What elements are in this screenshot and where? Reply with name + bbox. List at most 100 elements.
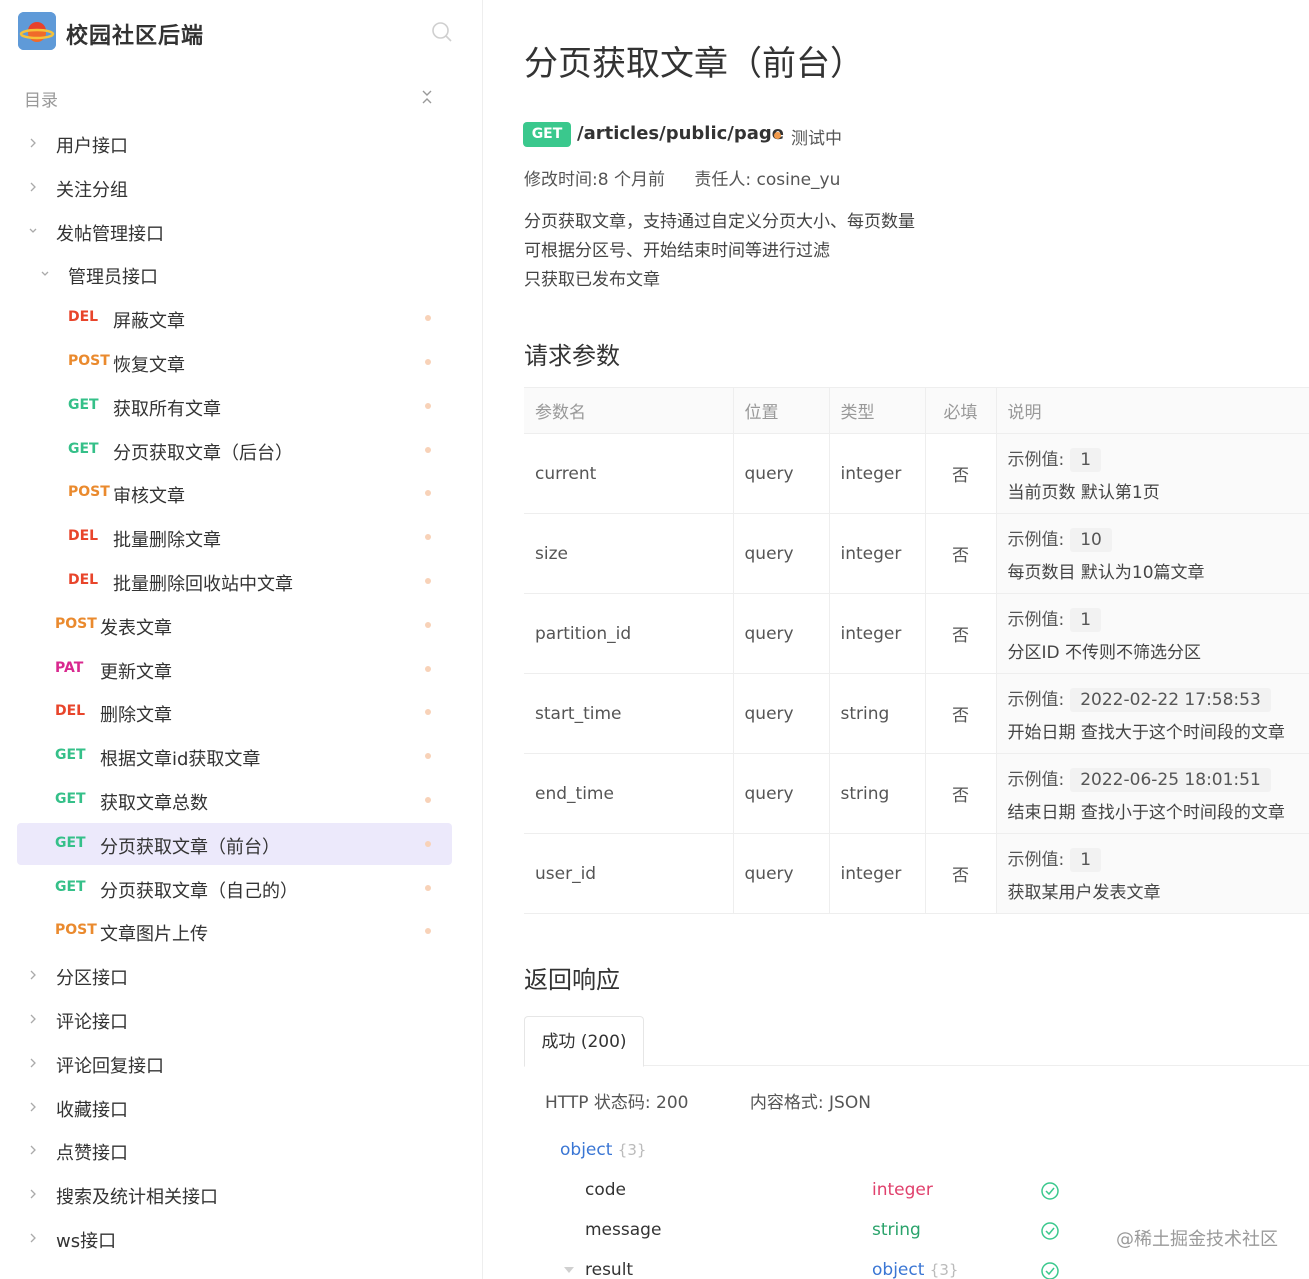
param-type: integer — [828, 433, 926, 514]
status-dot-icon — [425, 490, 431, 497]
required-check-icon — [1040, 1181, 1060, 1201]
modified-time: 修改时间:8 个月前 — [524, 170, 665, 190]
description-line: 分页获取文章，支持通过自定义分页大小、每页数量 — [524, 212, 915, 232]
collapse-all-icon[interactable] — [420, 86, 434, 108]
expand-triangle-icon[interactable] — [562, 1262, 582, 1279]
method-tag: DEL — [68, 572, 99, 588]
owner: 责任人: cosine_yu — [694, 170, 841, 190]
description-line: 只获取已发布文章 — [524, 270, 660, 290]
sidebar-item-label: 根据文章id获取文章 — [100, 749, 261, 771]
sidebar-folder-item[interactable]: 发帖管理接口 — [17, 210, 452, 252]
status-dot-icon — [425, 315, 431, 322]
param-location: query — [732, 673, 830, 754]
tab-success-200[interactable]: 成功 (200) — [524, 1016, 644, 1067]
table-row: user_id query integer 否示例值: 1 获取某用户发表文章 — [524, 833, 1309, 914]
toc-label: 目录 — [24, 91, 58, 111]
sidebar-item-label: 批量删除文章 — [113, 530, 221, 552]
sidebar-folder-item[interactable]: 搜索及统计相关接口 — [17, 1173, 452, 1215]
param-description: 示例值: 10 每页数目 默认为10篇文章 — [995, 513, 1309, 594]
param-name: partition_id — [524, 593, 734, 674]
sidebar-folder-item[interactable]: 用户接口 — [17, 122, 452, 164]
sidebar-api-item[interactable]: GET 分页获取文章（前台） — [17, 822, 452, 865]
sidebar-folder-item[interactable]: 评论接口 — [17, 998, 452, 1040]
example-label: 示例值: — [1007, 529, 1065, 550]
example-label: 示例值: — [1007, 689, 1065, 710]
sidebar-item-label: 关注分组 — [56, 179, 128, 201]
column-header: 说明 — [995, 387, 1309, 434]
param-required: 否 — [924, 673, 997, 754]
sidebar-item-label: 文章图片上传 — [100, 924, 208, 946]
method-tag: DEL — [55, 703, 86, 720]
param-required: 否 — [924, 513, 997, 594]
table-row: size query integer 否示例值: 10 每页数目 默认为10篇文章 — [524, 513, 1309, 594]
status-dot-icon — [425, 402, 431, 409]
sidebar-api-item[interactable]: GET 获取所有文章 — [17, 385, 452, 427]
search-icon[interactable] — [430, 20, 454, 44]
param-type: string — [828, 673, 926, 754]
method-tag: POST — [68, 484, 110, 501]
example-line: 示例值: 1 — [1008, 845, 1309, 872]
example-line: 示例值: 2022-06-25 18:01:51 — [1008, 765, 1309, 792]
table-row: partition_id query integer 否示例值: 1 分区ID 不传则不筛… — [524, 593, 1309, 674]
sidebar-folder-item[interactable]: 点赞接口 — [17, 1129, 452, 1171]
param-type: string — [828, 753, 926, 834]
sidebar-item-label: 恢复文章 — [113, 355, 185, 376]
chevron-down-icon — [39, 266, 51, 280]
description-line: 可根据分区号、开始结束时间等进行过滤 — [524, 241, 830, 261]
params-section-title: 请求参数 — [524, 342, 620, 370]
sidebar-api-item[interactable]: DEL 删除文章 — [17, 691, 452, 733]
sidebar-folder-item[interactable]: 关注分组 — [17, 166, 452, 208]
sidebar-item-label: 发表文章 — [100, 617, 172, 639]
sidebar-folder-item[interactable]: 评论回复接口 — [17, 1042, 452, 1084]
example-line: 示例值: 1 — [1008, 445, 1309, 472]
method-tag: GET — [55, 834, 86, 851]
sidebar-api-item[interactable]: DEL 屏蔽文章 — [17, 297, 452, 339]
sidebar-api-item[interactable]: GET 根据文章id获取文章 — [17, 735, 452, 777]
method-tag: GET — [68, 440, 99, 457]
sidebar-api-item[interactable]: DEL 批量删除回收站中文章 — [17, 560, 452, 602]
meta-row: 修改时间:8 个月前 责任人: cosine_yu — [524, 165, 840, 190]
required-check-icon — [1040, 1221, 1060, 1241]
param-description: 示例值: 1 当前页数 默认第1页 — [995, 433, 1309, 514]
sidebar-api-item[interactable]: PAT 更新文章 — [17, 648, 452, 690]
sidebar-api-item[interactable]: GET 分页获取文章（后台） — [17, 429, 452, 471]
sidebar-item-label: 批量删除回收站中文章 — [113, 574, 293, 595]
sidebar-folder-item[interactable]: ws接口 — [17, 1217, 452, 1259]
sidebar-item-label: 更新文章 — [100, 661, 172, 683]
params-table: 参数名 位置 类型 必填 说明 current query integer 否示例值:… — [524, 387, 1309, 914]
schema-root[interactable]: object {3} — [560, 1140, 646, 1166]
status-dot-icon — [425, 797, 431, 803]
sidebar-api-item[interactable]: DEL 批量删除文章 — [17, 516, 452, 558]
main-content: 分页获取文章（前台） GET /articles/public/page 测试中… — [484, 0, 1309, 1279]
sidebar-item-label: ws接口 — [56, 1231, 117, 1252]
sidebar-api-item[interactable]: POST 文章图片上传 — [17, 910, 452, 952]
sidebar-item-label: 管理员接口 — [68, 267, 158, 289]
sidebar-api-item[interactable]: POST 审核文章 — [17, 472, 452, 514]
sidebar-folder-item[interactable]: 收藏接口 — [17, 1086, 452, 1128]
column-header: 参数名 — [524, 387, 734, 434]
status-dot-icon — [425, 840, 431, 847]
sidebar-folder-item[interactable]: 分区接口 — [17, 954, 452, 996]
sidebar-api-item[interactable]: POST 恢复文章 — [17, 341, 452, 383]
example-line: 示例值: 10 — [1008, 525, 1309, 552]
sidebar-item-label: 审核文章 — [113, 486, 185, 508]
status-dot-icon — [425, 928, 431, 935]
sidebar-item-label: 点赞接口 — [56, 1143, 128, 1165]
sidebar-item-label: 获取文章总数 — [100, 793, 208, 814]
example-label: 示例值: — [1007, 449, 1065, 470]
sidebar-api-item[interactable]: POST 发表文章 — [17, 604, 452, 646]
sidebar-api-item[interactable]: GET 获取文章总数 — [17, 779, 452, 821]
sidebar: 校园社区后端 目录 用户接口 关注分组 发帖管理接口 管理员接口 DEL 屏蔽文章 POST… — [0, 0, 483, 1279]
method-tag: GET — [55, 791, 86, 807]
toc-header: 目录 — [24, 86, 444, 111]
table-row: end_time query string 否示例值: 2022-06-25 18:01… — [524, 753, 1309, 834]
example-line: 示例值: 1 — [1008, 605, 1309, 632]
param-description: 示例值: 2022-02-22 17:58:53 开始日期 查找大于这个时间段的文章 — [995, 673, 1309, 754]
param-name: end_time — [524, 753, 734, 834]
method-tag: GET — [68, 396, 99, 413]
required-check-icon — [1040, 1261, 1060, 1279]
sidebar-folder-item[interactable]: 管理员接口 — [17, 253, 452, 295]
status-dot-icon — [425, 884, 431, 891]
sidebar-api-item[interactable]: GET 分页获取文章（自己的） — [17, 867, 452, 909]
chevron-right-icon — [27, 1186, 39, 1200]
